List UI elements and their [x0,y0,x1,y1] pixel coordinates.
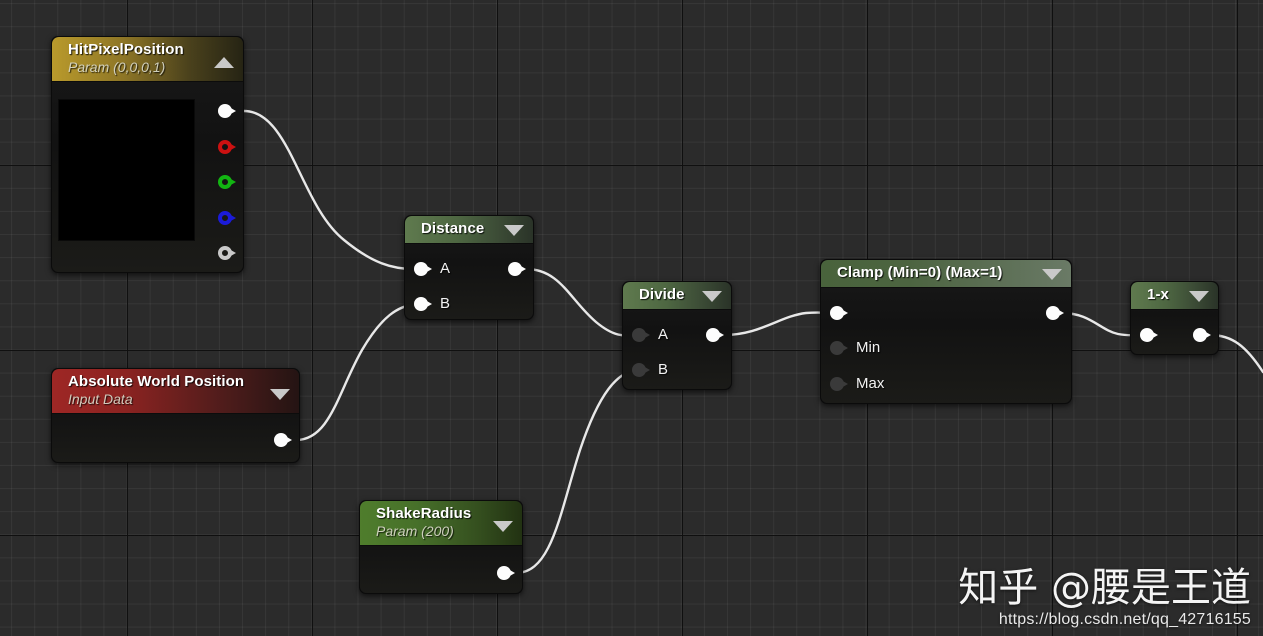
chevron-down-icon[interactable] [493,521,513,532]
pin-arrow [841,380,848,388]
input-pin-B[interactable] [632,362,652,378]
chevron-down-icon[interactable] [1189,291,1209,302]
chevron-up-icon[interactable] [214,57,234,68]
output-pin-0[interactable] [274,432,294,448]
connection-wire[interactable] [294,302,418,442]
output-pin-0[interactable] [497,565,517,581]
node-header[interactable]: ShakeRadius Param (200) [360,501,522,546]
node-header[interactable]: Clamp (Min=0) (Max=1) [821,260,1071,288]
node-surface: HitPixelPosition Param (0,0,0,1) [52,37,243,272]
output-pin-4[interactable] [218,245,238,261]
input-pin-label-Max: Max [856,375,885,392]
pin-arrow [229,143,236,151]
watermark-url: https://blog.csdn.net/qq_42716155 [998,611,1251,628]
input-pin-A[interactable] [632,327,652,343]
node-header[interactable]: Distance [405,216,533,244]
pin-arrow [519,265,526,273]
chevron-down-icon[interactable] [1042,269,1062,280]
node-header[interactable]: Divide [623,282,731,310]
input-pin-label-Min: Min [856,339,881,356]
input-pin-Max[interactable] [830,376,850,392]
input-pin-label-A: A [658,326,669,343]
node-surface: Absolute World Position Input Data [52,369,299,462]
output-pin-1[interactable] [218,139,238,155]
input-pin-label-B: B [658,361,669,378]
output-pin-2[interactable] [218,174,238,190]
watermark: 知乎 @腰是王道 https://blog.csdn.net/qq_427161… [958,566,1251,630]
node-title: Absolute World Position [68,373,245,390]
connection-wire[interactable] [524,267,636,337]
input-pin-label-A: A [440,260,451,277]
node-subtitle: Input Data [68,391,133,407]
pin-arrow [717,331,724,339]
node-absolute-world-position[interactable]: Absolute World Position Input Data [51,368,300,463]
material-graph-canvas[interactable]: HitPixelPosition Param (0,0,0,1) Absolute … [0,0,1263,636]
pin-arrow [643,331,650,339]
node-title: ShakeRadius [376,505,472,522]
pin-arrow [841,309,848,317]
output-pin-0[interactable] [1046,305,1066,321]
node-title: HitPixelPosition [68,41,184,58]
node-header[interactable]: HitPixelPosition Param (0,0,0,1) [52,37,243,82]
pin-arrow [508,569,515,577]
pin-arrow [1057,309,1064,317]
node-header[interactable]: 1-x [1131,282,1218,310]
node-preview-swatch [58,99,195,241]
pin-arrow [841,344,848,352]
node-one-minus-x[interactable]: 1-x [1130,281,1219,355]
pin-arrow [229,107,236,115]
input-pin-0[interactable] [830,305,850,321]
output-pin-0[interactable] [508,261,528,277]
input-pin-A[interactable] [414,261,434,277]
pin-arrow [229,178,236,186]
pin-arrow [1204,331,1211,339]
output-pin-3[interactable] [218,210,238,226]
node-subtitle: Param (200) [376,523,454,539]
connection-wire[interactable] [722,311,834,337]
watermark-handle: 知乎 @腰是王道 [958,565,1251,611]
pin-arrow [425,265,432,273]
output-pin-0[interactable] [1193,327,1213,343]
chevron-down-icon[interactable] [702,291,722,302]
input-pin-Min[interactable] [830,340,850,356]
output-pin-0[interactable] [706,327,726,343]
pin-arrow [229,249,236,257]
pin-arrow [1151,331,1158,339]
pin-arrow [285,436,292,444]
node-surface: 1-x [1131,282,1218,354]
chevron-down-icon[interactable] [270,389,290,400]
pin-arrow [425,300,432,308]
pin-arrow [643,366,650,374]
node-header[interactable]: Absolute World Position Input Data [52,369,299,414]
node-hit-pixel-position[interactable]: HitPixelPosition Param (0,0,0,1) [51,36,244,273]
input-pin-0[interactable] [1140,327,1160,343]
connection-wire[interactable] [514,368,636,575]
output-pin-0[interactable] [218,103,238,119]
node-title: Clamp (Min=0) (Max=1) [837,264,1003,281]
node-subtitle: Param (0,0,0,1) [68,59,166,75]
pin-arrow [229,214,236,222]
input-pin-B[interactable] [414,296,434,312]
chevron-down-icon[interactable] [504,225,524,236]
connection-wire[interactable] [242,109,416,271]
input-pin-label-B: B [440,295,451,312]
